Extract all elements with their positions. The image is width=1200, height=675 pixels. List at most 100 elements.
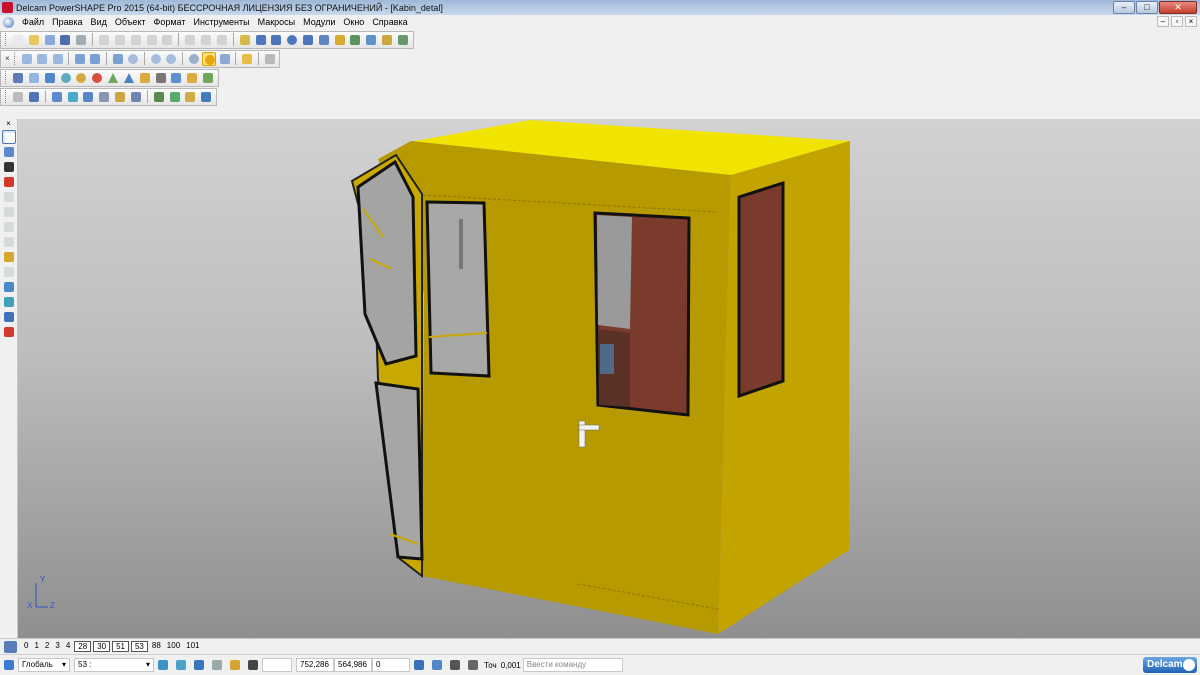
shell-icon[interactable] <box>97 90 111 104</box>
filter-icon[interactable] <box>2 280 16 294</box>
x-coordinate[interactable]: 752,286 <box>296 658 334 672</box>
curve-icon[interactable] <box>301 33 315 47</box>
cursor-select-icon[interactable] <box>2 130 16 144</box>
thicken-icon[interactable] <box>168 90 182 104</box>
selection-filter-icon[interactable] <box>156 658 170 672</box>
tolerance-value[interactable]: 0,001 <box>499 661 523 670</box>
absolute-coords-icon[interactable] <box>412 658 426 672</box>
levels-icon[interactable] <box>4 640 17 653</box>
quick-select-icon[interactable] <box>2 295 16 309</box>
mesh-icon[interactable] <box>348 33 362 47</box>
level-button-active[interactable]: 30 <box>93 641 111 652</box>
measure-settings-icon[interactable] <box>448 658 462 672</box>
toolbar-grip[interactable] <box>5 90 8 103</box>
mirror-icon[interactable] <box>2 265 16 279</box>
snap-line-icon[interactable] <box>2 160 16 174</box>
warning-icon[interactable] <box>2 175 16 189</box>
graphics-viewport[interactable]: Y X Z <box>18 119 1200 638</box>
menu-tools[interactable]: Инструменты <box>189 17 253 27</box>
level-button[interactable]: 4 <box>63 641 73 652</box>
cone-icon[interactable] <box>106 71 120 85</box>
align-icon[interactable] <box>2 205 16 219</box>
assembly-icon[interactable] <box>396 33 410 47</box>
print-icon[interactable] <box>74 33 88 47</box>
menu-view[interactable]: Вид <box>87 17 111 27</box>
fillet-icon[interactable] <box>201 71 215 85</box>
command-input[interactable]: Ввести команду <box>522 658 623 672</box>
level-button[interactable]: 88 <box>149 641 164 652</box>
view-iso2-icon[interactable] <box>88 52 101 66</box>
split-icon[interactable] <box>152 90 166 104</box>
level-button[interactable]: 1 <box>31 641 41 652</box>
curve-edit-icon[interactable] <box>27 90 41 104</box>
delete-selection-icon[interactable] <box>2 325 16 339</box>
workplane-icon[interactable] <box>254 33 268 47</box>
measure-icon[interactable] <box>238 33 252 47</box>
zoom-out-icon[interactable] <box>164 52 177 66</box>
delete-icon[interactable] <box>160 33 174 47</box>
cube-icon[interactable] <box>169 71 183 85</box>
paste-icon[interactable] <box>129 33 143 47</box>
blend-icon[interactable] <box>185 71 199 85</box>
extrude-icon[interactable] <box>50 90 64 104</box>
level-button[interactable]: 0 <box>21 641 31 652</box>
shaded-wire-icon[interactable] <box>218 52 231 66</box>
toolbar-grip[interactable] <box>13 52 17 65</box>
line-icon[interactable] <box>269 33 283 47</box>
save-icon[interactable] <box>58 33 72 47</box>
draft-icon[interactable] <box>183 90 197 104</box>
view-side-icon[interactable] <box>51 52 64 66</box>
minimize-button[interactable]: – <box>1113 1 1135 14</box>
menu-modules[interactable]: Модули <box>299 17 339 27</box>
surface-icon[interactable] <box>317 33 331 47</box>
level-button-active[interactable]: 51 <box>112 641 129 652</box>
menu-help[interactable]: Справка <box>368 17 411 27</box>
level-select[interactable]: 53 : ▾ <box>74 658 154 672</box>
circle-icon[interactable] <box>285 33 299 47</box>
mdi-restore-button[interactable]: ▫ <box>1171 16 1183 27</box>
menu-format[interactable]: Формат <box>150 17 190 27</box>
app-icon[interactable] <box>2 2 13 13</box>
level-button-active[interactable]: 53 <box>130 641 148 652</box>
workplane-select[interactable]: Глобаль ▾ <box>18 658 70 672</box>
document-icon[interactable] <box>3 16 14 28</box>
ruler-icon[interactable] <box>466 658 480 672</box>
distribute-icon[interactable] <box>2 220 16 234</box>
torus-icon[interactable] <box>74 71 88 85</box>
solid-feature-icon[interactable] <box>11 90 25 104</box>
wireframe-icon[interactable] <box>187 52 200 66</box>
y-coordinate[interactable]: 564,986 <box>334 658 372 672</box>
zoom-in-icon[interactable] <box>149 52 162 66</box>
mdi-minimize-button[interactable]: – <box>1157 16 1169 27</box>
shaded-icon[interactable] <box>202 51 216 66</box>
lock-icon[interactable] <box>2 235 16 249</box>
menu-edit[interactable]: Правка <box>48 17 86 27</box>
feature-icon[interactable] <box>380 33 394 47</box>
document-icon[interactable] <box>27 71 41 85</box>
cabin-model[interactable] <box>18 119 1200 638</box>
quick-select-icon[interactable] <box>174 658 188 672</box>
view-top-icon[interactable] <box>20 52 33 66</box>
close-toolbar-icon[interactable]: × <box>0 119 17 129</box>
transform-icon[interactable] <box>2 250 16 264</box>
select-all-icon[interactable] <box>11 71 25 85</box>
close-button[interactable]: ✕ <box>1159 1 1197 14</box>
box-icon[interactable] <box>138 71 152 85</box>
zoom-icon[interactable] <box>126 52 139 66</box>
open-model-icon[interactable] <box>43 33 57 47</box>
morph-icon[interactable] <box>199 90 213 104</box>
menu-object[interactable]: Объект <box>111 17 150 27</box>
mdi-close-button[interactable]: × <box>1185 16 1197 27</box>
level-button-active[interactable]: 28 <box>74 641 92 652</box>
undo-icon[interactable] <box>183 33 197 47</box>
level-button[interactable]: 3 <box>52 641 62 652</box>
close-toolbar-icon[interactable]: × <box>3 54 12 63</box>
boolean-icon[interactable] <box>81 90 95 104</box>
snap-settings-icon[interactable] <box>228 658 242 672</box>
workplane-icon[interactable] <box>2 658 16 672</box>
level-button[interactable]: 100 <box>164 641 183 652</box>
cut-solid-icon[interactable] <box>113 90 127 104</box>
grid-icon[interactable] <box>246 658 260 672</box>
view-iso-icon[interactable] <box>73 52 86 66</box>
table-icon[interactable] <box>154 71 168 85</box>
